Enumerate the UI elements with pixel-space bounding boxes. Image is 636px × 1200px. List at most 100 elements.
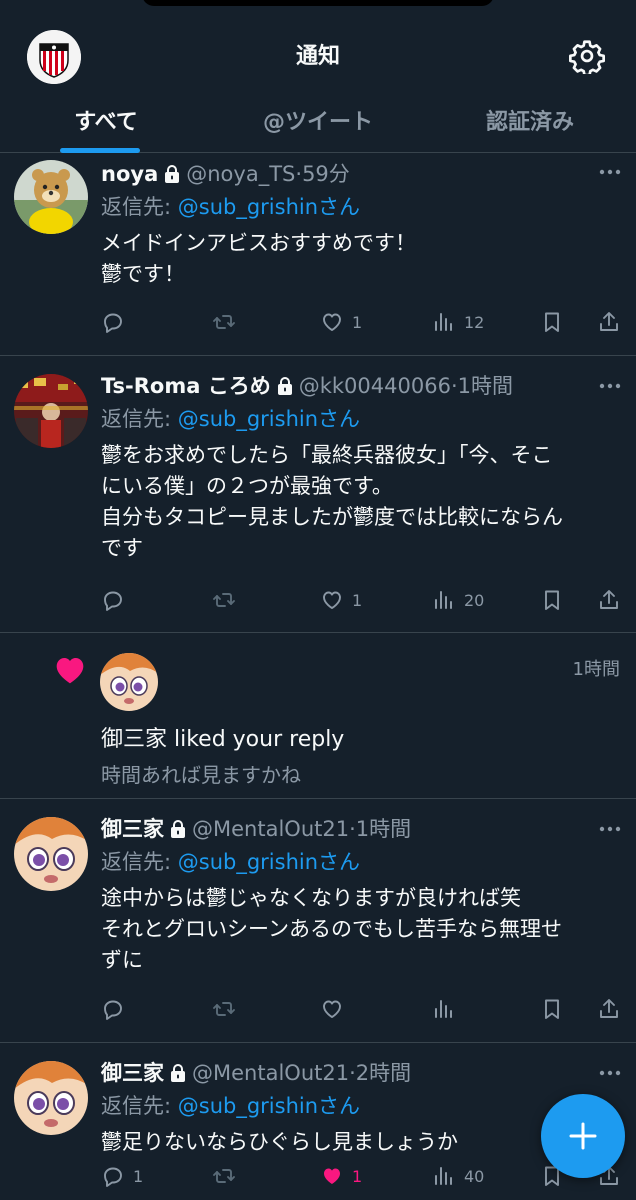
heart-outline-icon (323, 1000, 341, 1018)
user-avatar[interactable] (100, 653, 158, 711)
more-options-icon[interactable] (598, 168, 622, 176)
tweet-text: 鬱足りないならひぐらし見ましょうか (101, 1130, 458, 1154)
reply-notification[interactable]: 御三家 @MentalOut21·2時間 返信先: @sub_grishinさん … (0, 1043, 636, 1200)
user-handle[interactable]: @kk00440066 (299, 374, 451, 398)
share-icon (600, 590, 618, 609)
bookmark-icon (545, 590, 559, 610)
plus-icon (569, 1122, 597, 1150)
views-chart-icon (435, 313, 452, 331)
reply-to-prefix: 返信先: (101, 1094, 178, 1118)
reply-icon (104, 1000, 122, 1020)
tab-verified[interactable]: 認証済み (424, 98, 636, 153)
share-icon (600, 312, 618, 331)
like-button[interactable]: 1 (320, 1161, 362, 1191)
reply-notification[interactable]: 御三家 @MentalOut21·1時間 返信先: @sub_grishinさん … (0, 799, 636, 1043)
reply-icon (104, 313, 122, 333)
reply-count: 1 (133, 1166, 144, 1186)
notification-tabs: すべて @ツイート 認証済み (0, 98, 636, 153)
timestamp: 1時間 (355, 817, 412, 841)
reply-to-suffix: さん (318, 407, 361, 431)
views-button[interactable]: 20 (432, 585, 484, 615)
tweet-actions (101, 994, 623, 1024)
reply-button[interactable]: 1 (101, 1161, 143, 1191)
user-handle[interactable]: @MentalOut21 (192, 1061, 349, 1085)
reply-to-prefix: 返信先: (101, 195, 178, 219)
reply-to-line: 返信先: @sub_grishinさん (101, 845, 616, 879)
views-chart-icon (435, 591, 452, 609)
more-options-icon[interactable] (598, 382, 622, 390)
liked-tweet-preview: 時間あれば見ますかね (101, 763, 301, 787)
user-name[interactable]: 御三家 (101, 1061, 164, 1085)
retweet-button[interactable] (212, 307, 244, 337)
tweet-actions: 1 12 (101, 307, 623, 337)
lock-icon (165, 165, 180, 183)
share-button[interactable] (597, 585, 621, 615)
separator-dot: · (450, 374, 458, 398)
user-name[interactable]: 御三家 (101, 817, 164, 841)
heart-filled-icon (56, 658, 84, 684)
like-notification[interactable]: 1時間 御三家 liked your reply 時間あれば見ますかね (0, 633, 636, 799)
like-count: 1 (352, 312, 363, 332)
lock-icon (277, 377, 292, 395)
bookmark-button[interactable] (540, 585, 564, 615)
view-count: 40 (464, 1166, 485, 1186)
reply-to-line: 返信先: @sub_grishinさん (101, 402, 616, 436)
like-button[interactable]: 1 (320, 585, 362, 615)
bookmark-button[interactable] (540, 307, 564, 337)
timestamp: 59分 (302, 162, 350, 186)
views-button[interactable]: 40 (432, 1161, 484, 1191)
reply-to-user[interactable]: @sub_grishin (178, 407, 318, 431)
tab-all[interactable]: すべて (0, 98, 212, 153)
tab-mentions[interactable]: @ツイート (212, 98, 424, 153)
views-button[interactable]: 12 (432, 307, 484, 337)
reply-to-user[interactable]: @sub_grishin (178, 1094, 318, 1118)
reply-notification[interactable]: Ts-Roma ころめ @kk00440066·1時間 返信先: @sub_gri… (0, 356, 636, 633)
reply-to-user[interactable]: @sub_grishin (178, 195, 318, 219)
reply-notification[interactable]: noya @noya_TS·59分 返信先: @sub_grishinさん メイド… (0, 154, 636, 356)
timestamp: 1時間 (572, 659, 620, 680)
share-button[interactable] (597, 307, 621, 337)
settings-gear-icon[interactable] (569, 38, 605, 77)
like-button[interactable] (320, 994, 352, 1024)
compose-tweet-button[interactable] (541, 1094, 625, 1178)
user-avatar[interactable] (14, 160, 88, 234)
page-title: 通知 (295, 44, 340, 69)
view-count: 12 (464, 312, 485, 332)
reply-to-prefix: 返信先: (101, 850, 178, 874)
views-button[interactable] (432, 994, 464, 1024)
reply-button[interactable] (101, 585, 133, 615)
share-button[interactable] (597, 994, 621, 1024)
tweet-actions: 1 20 (101, 585, 623, 615)
reply-icon (104, 1167, 122, 1187)
view-count: 20 (464, 590, 485, 610)
bookmark-button[interactable] (540, 994, 564, 1024)
retweet-button[interactable] (212, 994, 244, 1024)
user-handle[interactable]: @MentalOut21 (192, 817, 349, 841)
reply-button[interactable] (101, 307, 133, 337)
more-options-icon[interactable] (598, 1069, 622, 1077)
separator-dot: · (349, 1061, 356, 1085)
like-count: 1 (352, 590, 363, 610)
user-name[interactable]: Ts-Roma ころめ (101, 374, 271, 398)
timestamp: 2時間 (355, 1061, 412, 1085)
reply-button[interactable] (101, 994, 133, 1024)
bookmark-icon (545, 312, 559, 332)
reply-to-prefix: 返信先: (101, 407, 178, 431)
bookmark-icon (545, 999, 559, 1019)
user-name[interactable]: noya (101, 162, 158, 186)
user-avatar[interactable] (14, 374, 88, 448)
heart-filled-icon (324, 1168, 340, 1184)
like-button[interactable]: 1 (320, 307, 362, 337)
top-bar: 通知 すべて @ツイート 認証済み (0, 0, 636, 153)
retweet-button[interactable] (212, 1161, 244, 1191)
user-avatar[interactable] (14, 817, 88, 891)
reply-to-line: 返信先: @sub_grishinさん (101, 190, 616, 224)
reply-to-user[interactable]: @sub_grishin (178, 850, 318, 874)
user-handle[interactable]: @noya_TS (186, 162, 295, 186)
more-options-icon[interactable] (598, 825, 622, 833)
tweet-text: 鬱をお求めでしたら「最終兵器彼女」「今、そこ にいる僕」の２つが最強です。 自分… (101, 443, 563, 560)
retweet-button[interactable] (212, 585, 244, 615)
like-notification-text: 御三家 liked your reply (101, 727, 345, 752)
user-avatar[interactable] (14, 1061, 88, 1135)
reply-to-suffix: さん (318, 850, 361, 874)
